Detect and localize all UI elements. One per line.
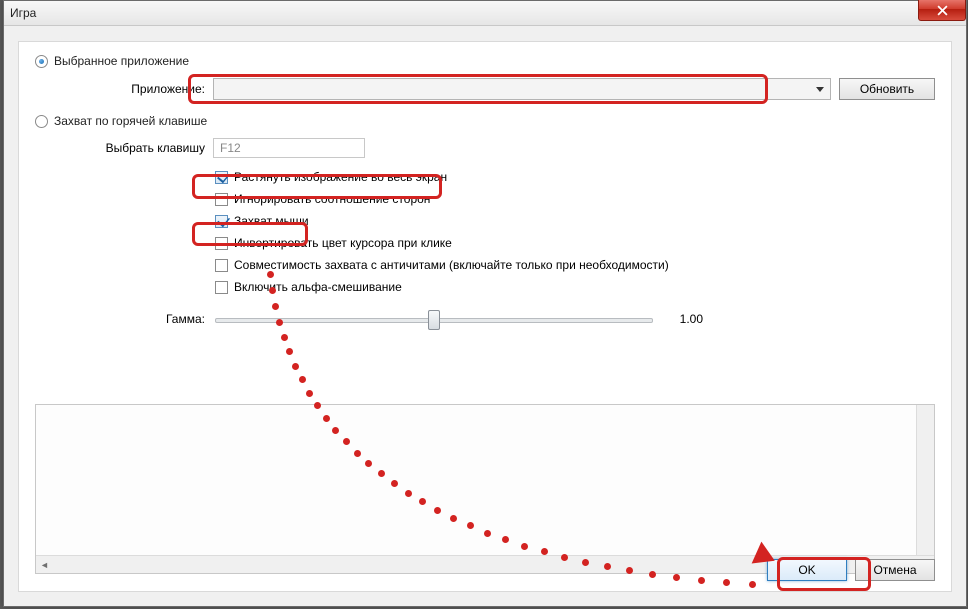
gamma-row: Гамма: 1.00	[145, 308, 935, 330]
refresh-label: Обновить	[860, 82, 914, 96]
application-row: Приложение: Обновить	[107, 78, 935, 100]
radio-selected-app[interactable]: Выбранное приложение	[35, 54, 935, 68]
close-button[interactable]	[918, 0, 966, 21]
checkbox-invert-cursor[interactable]: Инвертировать цвет курсора при клике	[215, 236, 935, 250]
checkbox-label: Инвертировать цвет курсора при клике	[234, 236, 452, 250]
refresh-button[interactable]: Обновить	[839, 78, 935, 100]
close-icon	[937, 5, 948, 16]
radio-label: Выбранное приложение	[54, 54, 189, 68]
client-area: Выбранное приложение Приложение: Обновит…	[18, 41, 952, 592]
radio-hotkey-capture[interactable]: Захват по горячей клавише	[35, 114, 935, 128]
hotkey-label: Выбрать клавишу	[85, 141, 205, 155]
checkbox-icon	[215, 215, 228, 228]
checkbox-capture-mouse[interactable]: Захват мыши	[215, 214, 935, 228]
checkbox-label: Включить альфа-смешивание	[234, 280, 402, 294]
hotkey-value: F12	[220, 141, 241, 155]
checkbox-label: Растянуть изображение во весь экран	[234, 170, 447, 184]
cancel-label: Отмена	[873, 563, 916, 577]
radio-icon	[35, 115, 48, 128]
checkbox-icon	[215, 281, 228, 294]
checkbox-label: Захват мыши	[234, 214, 309, 228]
checkbox-label: Игнорировать соотношение сторон	[234, 192, 430, 206]
hotkey-row: Выбрать клавишу F12	[85, 138, 935, 158]
radio-icon	[35, 55, 48, 68]
scroll-left-icon[interactable]: ◄	[36, 556, 53, 573]
dialog-buttons: OK Отмена	[767, 559, 935, 581]
radio-label: Захват по горячей клавише	[54, 114, 207, 128]
window-title: Игра	[10, 6, 36, 20]
gamma-slider[interactable]	[215, 308, 653, 330]
checkbox-icon	[215, 193, 228, 206]
checkbox-icon	[215, 171, 228, 184]
checkbox-ignore-ratio[interactable]: Игнорировать соотношение сторон	[215, 192, 935, 206]
checkbox-anticheat[interactable]: Совместимость захвата с античитами (вклю…	[215, 258, 935, 272]
chevron-down-icon	[812, 81, 828, 97]
slider-thumb[interactable]	[428, 310, 440, 330]
application-label: Приложение:	[107, 82, 205, 96]
hotkey-input[interactable]: F12	[213, 138, 365, 158]
checkbox-icon	[215, 259, 228, 272]
ok-label: OK	[798, 563, 815, 577]
vertical-scrollbar[interactable]	[916, 405, 934, 556]
checkbox-alpha-blend[interactable]: Включить альфа-смешивание	[215, 280, 935, 294]
log-textarea[interactable]: ◄ ►	[35, 404, 935, 574]
gamma-label: Гамма:	[145, 312, 205, 326]
application-dropdown[interactable]	[213, 78, 831, 100]
ok-button[interactable]: OK	[767, 559, 847, 581]
checkbox-stretch[interactable]: Растянуть изображение во весь экран	[215, 170, 935, 184]
dialog-window: Игра Выбранное приложение Приложение: Об…	[3, 0, 967, 607]
titlebar[interactable]: Игра	[4, 1, 966, 26]
checkbox-label: Совместимость захвата с античитами (вклю…	[234, 258, 669, 272]
cancel-button[interactable]: Отмена	[855, 559, 935, 581]
gamma-value: 1.00	[663, 312, 707, 326]
checkbox-icon	[215, 237, 228, 250]
